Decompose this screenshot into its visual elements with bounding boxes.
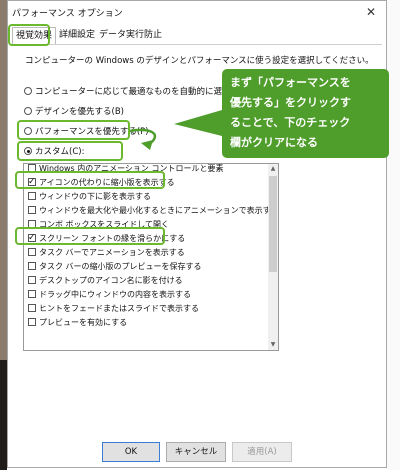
close-button[interactable]: ✕ — [362, 3, 380, 21]
checkbox-icon — [28, 318, 36, 326]
list-item-label: デスクトップのアイコン名に影を付ける — [39, 276, 183, 285]
list-item[interactable]: タスク バーの縮小版のプレビューを保存する — [28, 261, 202, 273]
list-item-label: ウィンドウの下に影を表示する — [39, 192, 151, 201]
highlight-radio-custom — [17, 141, 123, 161]
callout-line: まず「パフォーマンスを — [230, 76, 351, 89]
list-item[interactable]: デスクトップのアイコン名に影を付ける — [28, 275, 183, 287]
callout-line: 優先する」をクリックす — [230, 96, 351, 109]
list-item[interactable]: タスク バーでアニメーションを表示する — [28, 247, 185, 259]
description-text: コンピューターの Windows のデザインとパフォーマンスに使う設定を選択して… — [25, 56, 374, 66]
list-item-label: タスク バーでアニメーションを表示する — [39, 248, 185, 257]
callout-line: 欄がクリアになる — [230, 136, 318, 149]
checkbox-icon — [28, 290, 36, 298]
checkbox-icon — [28, 192, 36, 200]
tab-data-execution-prevention[interactable]: データ実行防止 — [96, 27, 165, 44]
highlight-radio-performance — [17, 120, 130, 140]
background-right — [387, 0, 400, 470]
tab-bar: 視覚効果 詳細設定 データ実行防止 — [12, 27, 382, 45]
background-desktop-strip — [0, 0, 7, 470]
list-item-label: タスク バーの縮小版のプレビューを保存する — [39, 262, 202, 271]
window-title: パフォーマンス オプション — [12, 9, 123, 19]
list-item[interactable]: ヒントをフェードまたはスライドで表示する — [28, 303, 199, 315]
list-item[interactable]: プレビューを有効にする — [28, 317, 127, 329]
tab-divider — [12, 44, 382, 45]
background-dark-block — [0, 360, 7, 470]
list-item-label: ウィンドウを最大化や最小化するときにアニメーションで表示する — [39, 206, 279, 215]
scroll-thumb[interactable] — [269, 176, 277, 272]
scroll-up-icon[interactable]: ▲ — [268, 164, 278, 174]
radio-button-icon — [24, 107, 32, 115]
checkbox-icon — [28, 276, 36, 284]
list-item[interactable]: ドラッグ中にウィンドウの内容を表示する — [28, 289, 191, 301]
checkbox-icon — [28, 248, 36, 256]
checkbox-icon — [28, 206, 36, 214]
apply-button[interactable]: 適用(A) — [232, 442, 292, 462]
radio-button-icon — [24, 87, 32, 95]
checkbox-icon — [28, 304, 36, 312]
list-item-label: ドラッグ中にウィンドウの内容を表示する — [39, 290, 191, 299]
list-item[interactable]: ウィンドウの下に影を表示する — [28, 191, 151, 203]
ok-button[interactable]: OK — [102, 442, 160, 462]
instruction-callout: まず「パフォーマンスを 優先する」をクリックす ることで、下のチェック 欄がクリ… — [222, 69, 389, 158]
radio-label: デザインを優先する(B) — [35, 107, 124, 117]
tab-advanced[interactable]: 詳細設定 — [56, 27, 98, 44]
highlight-tab-visual-effects — [8, 24, 50, 46]
checkbox-icon — [28, 262, 36, 270]
list-scrollbar[interactable]: ▲ ▼ — [268, 164, 278, 350]
scroll-down-icon[interactable]: ▼ — [268, 340, 278, 350]
radio-appearance[interactable]: デザインを優先する(B) — [24, 105, 124, 119]
list-item-label: ヒントをフェードまたはスライドで表示する — [39, 304, 199, 313]
visual-effects-list[interactable]: Windows 内のアニメーション コントロールと要素 アイコンの代わりに縮小版… — [23, 163, 279, 351]
title-bar: パフォーマンス オプション ✕ — [8, 1, 386, 23]
cancel-button[interactable]: キャンセル — [166, 442, 226, 462]
highlight-font-smoothing-option — [15, 227, 165, 245]
callout-line: ることで、下のチェック — [230, 116, 351, 129]
list-item[interactable]: ウィンドウを最大化や最小化するときにアニメーションで表示する — [28, 205, 279, 217]
highlight-thumbnail-option — [15, 171, 165, 189]
list-item-label: プレビューを有効にする — [39, 318, 128, 327]
